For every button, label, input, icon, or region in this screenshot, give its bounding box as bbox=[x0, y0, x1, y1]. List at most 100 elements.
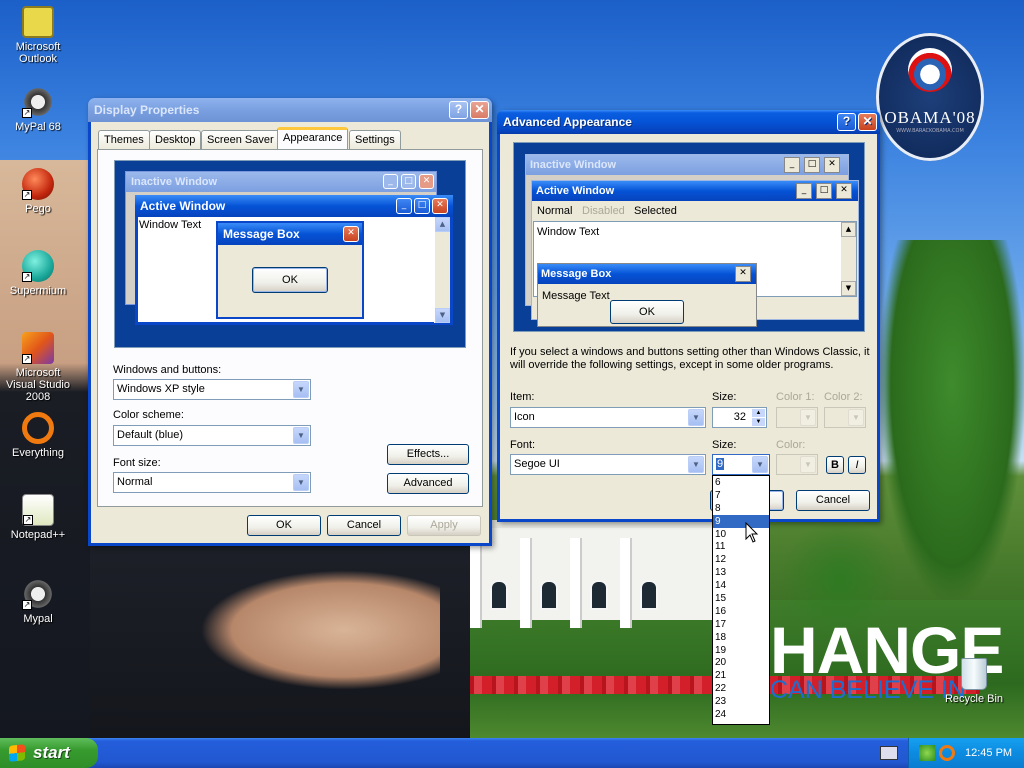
advanced-appearance-titlebar[interactable]: Advanced Appearance ? ✕ bbox=[497, 110, 880, 134]
notepadpp-icon: ↗ bbox=[22, 494, 54, 526]
size-option[interactable]: 15 bbox=[713, 592, 769, 605]
start-button[interactable]: start bbox=[0, 738, 98, 768]
size-option[interactable]: 16 bbox=[713, 605, 769, 618]
network-icon[interactable] bbox=[919, 745, 935, 761]
spin-up-icon[interactable]: ▲ bbox=[752, 409, 765, 417]
desktop-icon-mypal[interactable]: ↗ Mypal bbox=[0, 578, 76, 625]
size-option[interactable]: 6 bbox=[713, 476, 769, 489]
maximize-icon: □ bbox=[816, 183, 832, 199]
keyboard-icon[interactable] bbox=[880, 746, 898, 760]
effects-button[interactable]: Effects... bbox=[387, 444, 469, 465]
help-button[interactable]: ? bbox=[449, 101, 468, 119]
tab-desktop[interactable]: Desktop bbox=[149, 130, 202, 150]
ok-button[interactable]: OK bbox=[247, 515, 321, 536]
close-button[interactable]: ✕ bbox=[470, 101, 489, 119]
maximize-icon: □ bbox=[401, 174, 416, 189]
font-size-dropdown-list[interactable]: 6 7 8 9 10 11 12 13 14 15 16 17 18 19 20… bbox=[712, 475, 770, 725]
desktop-icon-recycle-bin[interactable]: Recycle Bin bbox=[936, 658, 1012, 705]
font-select[interactable]: Segoe UI ▼ bbox=[510, 454, 706, 475]
close-button[interactable]: ✕ bbox=[858, 113, 877, 131]
chevron-down-icon: ▼ bbox=[688, 456, 704, 473]
size-option[interactable]: 14 bbox=[713, 579, 769, 592]
advanced-appearance-window[interactable]: Advanced Appearance ? ✕ Inactive Window … bbox=[497, 110, 880, 522]
cancel-button[interactable]: Cancel bbox=[327, 515, 401, 536]
bold-button[interactable]: B bbox=[826, 456, 844, 474]
display-properties-window[interactable]: Display Properties ? ✕ Themes Desktop Sc… bbox=[88, 98, 492, 546]
minimize-icon: _ bbox=[784, 157, 800, 173]
cancel-button[interactable]: Cancel bbox=[796, 490, 870, 511]
size-label: Size: bbox=[712, 391, 737, 403]
size-option[interactable]: 19 bbox=[713, 644, 769, 657]
apply-button[interactable]: Apply bbox=[407, 515, 481, 536]
scroll-down-icon: ▼ bbox=[841, 281, 856, 296]
display-properties-titlebar[interactable]: Display Properties ? ✕ bbox=[88, 98, 492, 122]
wallpaper-trees bbox=[880, 240, 1024, 600]
clock[interactable]: 12:45 PM bbox=[965, 738, 1012, 768]
size-option[interactable]: 17 bbox=[713, 618, 769, 631]
font-size-select[interactable]: Normal ▼ bbox=[113, 472, 311, 493]
maximize-icon: □ bbox=[414, 198, 430, 214]
everything-icon bbox=[22, 412, 54, 444]
size-option[interactable]: 7 bbox=[713, 489, 769, 502]
font-color-picker[interactable]: ▼ bbox=[776, 454, 818, 475]
mouse-cursor-icon bbox=[745, 522, 759, 543]
size-option[interactable]: 23 bbox=[713, 695, 769, 708]
desktop-icon-everything[interactable]: Everything bbox=[0, 412, 76, 459]
tab-screen-saver[interactable]: Screen Saver bbox=[201, 130, 280, 150]
item-size-value: 32 bbox=[733, 411, 746, 423]
size-option[interactable]: 21 bbox=[713, 669, 769, 682]
minimize-icon: _ bbox=[383, 174, 398, 189]
font-value: Segoe UI bbox=[514, 458, 560, 470]
font-size-value: Normal bbox=[117, 476, 153, 488]
preview-window-text: Window Text bbox=[139, 219, 202, 231]
advanced-button[interactable]: Advanced bbox=[387, 473, 469, 494]
help-button[interactable]: ? bbox=[837, 113, 856, 131]
size-option[interactable]: 22 bbox=[713, 682, 769, 695]
windows-buttons-select[interactable]: Windows XP style ▼ bbox=[113, 379, 311, 400]
adv-preview-message-title: Message Box bbox=[538, 264, 756, 284]
scroll-down-icon: ▼ bbox=[435, 308, 450, 323]
tab-themes[interactable]: Themes bbox=[98, 130, 150, 150]
chevron-down-icon: ▼ bbox=[800, 409, 816, 426]
font-size-select[interactable]: 9 ▼ bbox=[712, 454, 770, 475]
chevron-down-icon: ▼ bbox=[752, 456, 768, 473]
desktop-icon-supermium[interactable]: ↗ Supermium bbox=[0, 250, 76, 297]
adv-preview-menu-normal: Normal bbox=[537, 205, 573, 217]
size-option[interactable]: 8 bbox=[713, 502, 769, 515]
item-size-spinner[interactable]: 32 ▲ ▼ bbox=[712, 407, 767, 428]
item-select[interactable]: Icon ▼ bbox=[510, 407, 706, 428]
minimize-icon: _ bbox=[396, 198, 412, 214]
size-option[interactable]: 13 bbox=[713, 566, 769, 579]
maximize-icon: □ bbox=[804, 157, 820, 173]
search-icon[interactable] bbox=[939, 745, 955, 761]
mypal-icon: ↗ bbox=[22, 86, 54, 118]
chevron-down-icon: ▼ bbox=[293, 381, 309, 398]
desktop-icon-visual-studio[interactable]: ↗ Microsoft Visual Studio 2008 bbox=[0, 332, 76, 403]
italic-button[interactable]: I bbox=[848, 456, 866, 474]
windows-logo-icon bbox=[9, 744, 25, 762]
font-label: Font: bbox=[510, 439, 536, 451]
tab-settings[interactable]: Settings bbox=[349, 130, 401, 150]
color-scheme-select[interactable]: Default (blue) ▼ bbox=[113, 425, 311, 446]
desktop-icon-outlook[interactable]: Microsoft Outlook bbox=[0, 6, 76, 65]
size-option[interactable]: 11 bbox=[713, 540, 769, 553]
system-tray: 12:45 PM bbox=[908, 738, 1024, 768]
tab-appearance[interactable]: Appearance bbox=[277, 127, 349, 149]
size-option[interactable]: 20 bbox=[713, 656, 769, 669]
size-option[interactable]: 12 bbox=[713, 553, 769, 566]
color2-picker[interactable]: ▼ bbox=[824, 407, 866, 428]
color1-picker[interactable]: ▼ bbox=[776, 407, 818, 428]
chevron-down-icon: ▼ bbox=[293, 474, 309, 491]
size-option[interactable]: 24 bbox=[713, 708, 769, 721]
size-option-highlighted[interactable]: 9 bbox=[713, 514, 769, 528]
desktop-icon-notepadpp[interactable]: ↗ Notepad++ bbox=[0, 494, 76, 541]
wallpaper-hands bbox=[200, 570, 440, 690]
desktop-icon-mypal68[interactable]: ↗ MyPal 68 bbox=[0, 86, 76, 133]
minimize-icon: _ bbox=[796, 183, 812, 199]
size-option[interactable]: 10 bbox=[713, 528, 769, 541]
size-option[interactable]: 18 bbox=[713, 631, 769, 644]
adv-preview-scrollbar: ▲ ▼ bbox=[840, 222, 856, 296]
desktop-icon-pego[interactable]: ↗ Pego bbox=[0, 168, 76, 215]
scroll-up-icon: ▲ bbox=[435, 217, 450, 232]
spin-down-icon[interactable]: ▼ bbox=[752, 418, 765, 426]
